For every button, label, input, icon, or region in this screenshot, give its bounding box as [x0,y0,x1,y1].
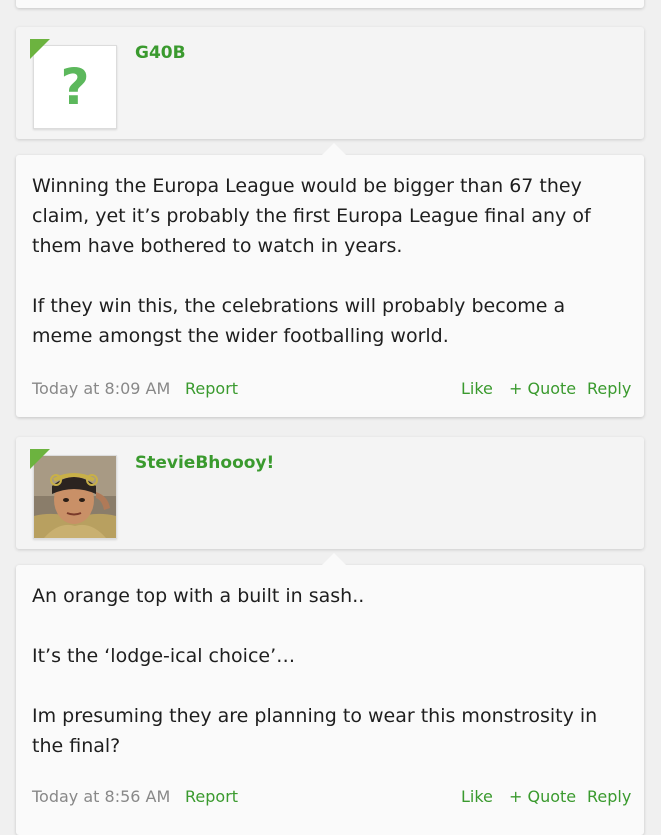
message-meta: Today at 8:56 AM Report Like + Quote Rep… [32,787,631,807]
message-paragraph: If they win this, the celebrations will … [32,295,566,347]
reply-link[interactable]: Reply [587,379,631,398]
like-link[interactable]: Like [461,379,493,398]
previous-post-card [16,0,644,8]
message-paragraph: Im presuming they are planning to wear t… [32,705,598,757]
message-paragraph: Winning the Europa League would be bigge… [32,175,591,257]
message-body: An orange top with a built in sash.. It’… [16,553,644,835]
message-meta: Today at 8:09 AM Report Like + Quote Rep… [32,379,631,399]
message-text: Winning the Europa League would be bigge… [32,171,630,351]
username[interactable]: StevieBhoooy! [135,453,274,473]
speech-arrow [322,553,346,565]
quote-link[interactable]: + Quote [509,379,576,398]
message-paragraph: It’s the ‘lodge-ical choice’… [32,645,296,667]
speech-arrow [322,143,346,155]
username[interactable]: G40B [135,43,186,63]
message-text: An orange top with a built in sash.. It’… [32,581,630,761]
report-link[interactable]: Report [185,787,238,806]
user-info-bar: StevieBhoooy! [16,437,644,549]
user-info-bar: ? G40B [16,27,644,139]
online-corner-marker [30,449,50,469]
post-date[interactable]: Today at 8:56 AM [32,787,170,806]
online-corner-marker [30,39,50,59]
post-date[interactable]: Today at 8:09 AM [32,379,170,398]
reply-link[interactable]: Reply [587,787,631,806]
like-link[interactable]: Like [461,787,493,806]
report-link[interactable]: Report [185,379,238,398]
message-paragraph: An orange top with a built in sash.. [32,585,365,607]
message-body: Winning the Europa League would be bigge… [16,143,644,417]
quote-link[interactable]: + Quote [509,787,576,806]
